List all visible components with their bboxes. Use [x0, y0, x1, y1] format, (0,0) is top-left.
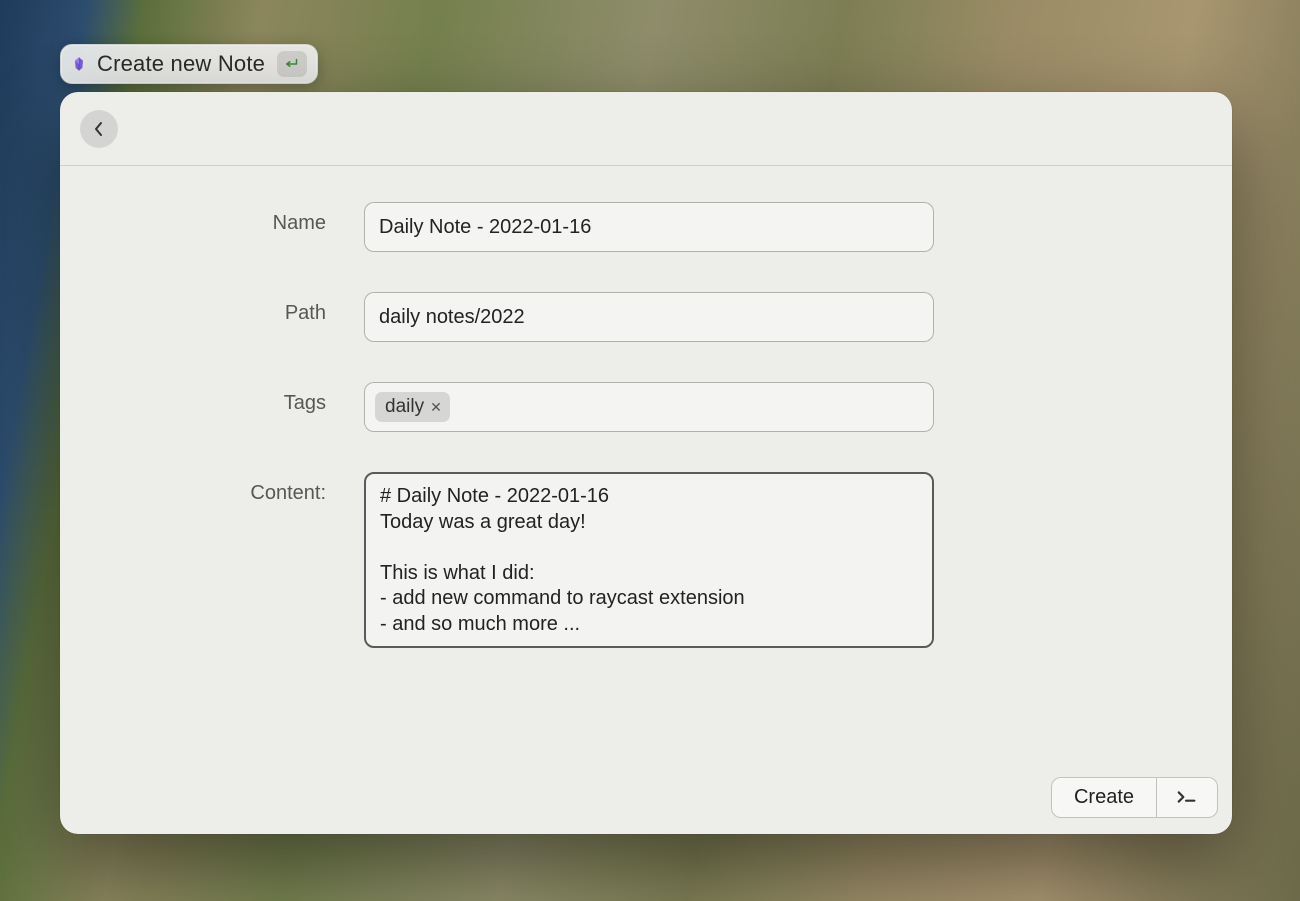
command-title: Create new Note — [97, 51, 265, 77]
desktop-background: Create new Note Name — [0, 0, 1300, 901]
path-input[interactable] — [364, 292, 934, 342]
name-input[interactable] — [364, 202, 934, 252]
form-area: Name Path Tags daily — [60, 166, 1232, 774]
form-row-name: Name — [100, 202, 1192, 252]
panel-header — [60, 92, 1232, 166]
prompt-icon — [1176, 790, 1198, 804]
create-button[interactable]: Create — [1052, 778, 1156, 817]
command-chip: Create new Note — [60, 44, 318, 84]
tag-remove-icon[interactable]: ✕ — [430, 400, 442, 414]
form-row-content: Content: — [100, 472, 1192, 653]
tags-label: Tags — [100, 382, 364, 415]
actions-button[interactable] — [1157, 778, 1217, 817]
name-label: Name — [100, 202, 364, 235]
path-label: Path — [100, 292, 364, 325]
obsidian-icon — [71, 56, 87, 72]
footer-button-group: Create — [1051, 777, 1218, 818]
tag-text: daily — [385, 396, 424, 418]
back-button[interactable] — [80, 110, 118, 148]
form-row-path: Path — [100, 292, 1192, 342]
content-textarea[interactable] — [364, 472, 934, 648]
tags-input[interactable]: daily ✕ — [364, 382, 934, 432]
content-label: Content: — [100, 472, 364, 505]
panel-footer: Create — [60, 774, 1232, 834]
chevron-left-icon — [93, 121, 105, 137]
form-row-tags: Tags daily ✕ — [100, 382, 1192, 432]
enter-key-icon — [277, 51, 307, 77]
tag-pill: daily ✕ — [375, 392, 450, 422]
main-panel: Name Path Tags daily — [60, 92, 1232, 834]
